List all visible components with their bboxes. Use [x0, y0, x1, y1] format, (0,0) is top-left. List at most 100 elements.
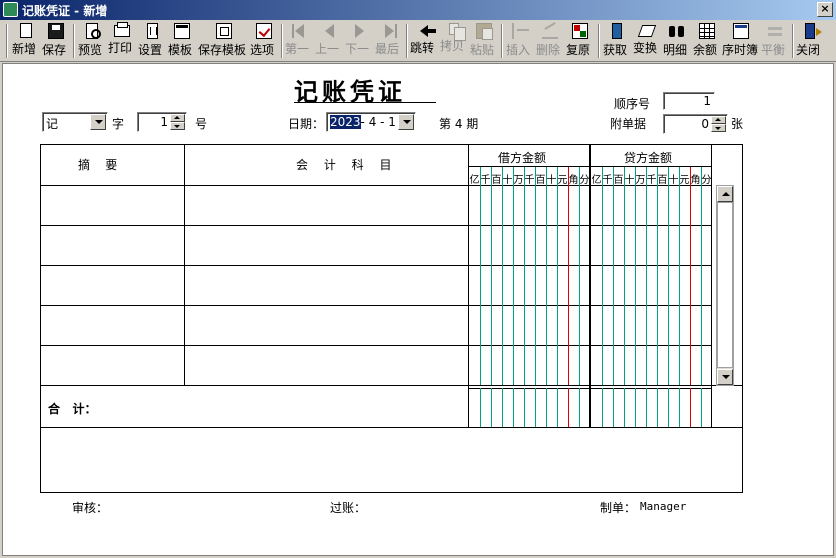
insert-button[interactable]: 插入: [506, 22, 534, 60]
toolbar-separator: [406, 24, 408, 58]
spin-down-icon[interactable]: [170, 122, 185, 130]
options-button[interactable]: 选项: [250, 22, 278, 60]
template-button[interactable]: 模板: [168, 22, 196, 60]
maker-value: Manager: [640, 500, 687, 513]
word-label: 字: [112, 117, 125, 131]
next-button[interactable]: 下一: [345, 22, 373, 60]
amount-grid-line: [646, 167, 647, 385]
scroll-thumb[interactable]: [717, 202, 733, 368]
window-close-button[interactable]: ×: [817, 2, 833, 17]
summary-cell-row-3[interactable]: [41, 266, 184, 305]
summary-cell-row-2[interactable]: [41, 226, 184, 265]
credit-digit-fen: 分: [701, 175, 712, 186]
balance-button[interactable]: 平衡: [761, 22, 789, 60]
amount-grid-line: [502, 388, 503, 427]
jump-button[interactable]: 跳转: [410, 22, 438, 60]
credit-digit-shi2: 十: [668, 175, 679, 186]
save-template-icon: [216, 23, 232, 39]
attachment-count-spinner[interactable]: 0: [663, 114, 728, 134]
chevron-down-icon[interactable]: [90, 114, 106, 130]
credit-digit-bai2: 百: [657, 175, 668, 186]
new-button[interactable]: 新增: [12, 22, 40, 60]
summary-cell-row-4[interactable]: [41, 306, 184, 345]
previous-button[interactable]: 上一: [315, 22, 343, 60]
date-label: 日期：: [288, 117, 325, 131]
delete-row-icon: [542, 23, 558, 39]
date-month-day: - 4 - 1: [360, 115, 396, 129]
close-button-label: 关闭: [796, 43, 821, 57]
amount-grid-line: [568, 388, 569, 427]
template-button-label: 模板: [168, 43, 193, 57]
amount-grid-line: [613, 388, 614, 427]
print-button[interactable]: 打印: [108, 22, 136, 60]
account-cell-row-5[interactable]: [185, 346, 468, 385]
paste-icon: [476, 23, 493, 40]
last-button[interactable]: 最后: [375, 22, 403, 60]
amount-grid-line: [491, 388, 492, 427]
account-cell-row-1[interactable]: [185, 186, 468, 225]
save-template-button[interactable]: 保存模板: [198, 22, 250, 60]
credit-digit-yuan: 元: [679, 175, 690, 186]
row-divider: [41, 385, 743, 386]
journal-button[interactable]: 序时簿: [722, 22, 760, 60]
preview-button[interactable]: 预览: [78, 22, 106, 60]
spin-up-icon[interactable]: [170, 114, 185, 122]
total-bottom-line: [41, 427, 743, 428]
balance-report-button[interactable]: 余额: [693, 22, 721, 60]
save-disk-icon: [48, 23, 64, 39]
review-label: 审核：: [72, 501, 109, 515]
toolbar-separator: [281, 24, 283, 58]
copy-button[interactable]: 拷贝: [440, 22, 468, 60]
balance-grid-icon: [699, 23, 715, 39]
toolbar-separator: [501, 24, 503, 58]
delete-button[interactable]: 删除: [536, 22, 564, 60]
amount-grid-line: [679, 388, 680, 427]
spin-down-icon[interactable]: [711, 124, 726, 132]
spin-up-icon[interactable]: [711, 116, 726, 124]
amount-grid-line: [624, 388, 625, 427]
scroll-down-icon[interactable]: [717, 369, 733, 385]
attachment-label: 附单据: [610, 117, 647, 131]
spinner-buttons[interactable]: [170, 114, 185, 130]
spinner-buttons[interactable]: [711, 116, 726, 132]
restore-button[interactable]: 复原: [566, 22, 594, 60]
seq-number-field[interactable]: 1: [663, 92, 715, 110]
account-cell-row-2[interactable]: [185, 226, 468, 265]
close-button[interactable]: 关闭: [796, 22, 824, 60]
paste-button[interactable]: 粘贴: [470, 22, 498, 60]
credit-digit-shi: 十: [624, 175, 635, 186]
detail-button[interactable]: 明细: [663, 22, 691, 60]
account-cell-row-4[interactable]: [185, 306, 468, 345]
settings-button[interactable]: 设置: [138, 22, 166, 60]
amount-grid-line: [613, 167, 614, 385]
attachment-count-value: 0: [701, 117, 709, 131]
settings-doc-icon: [146, 23, 158, 39]
rows-scrollbar[interactable]: [716, 185, 734, 386]
voucher-word-select[interactable]: 记: [42, 112, 108, 132]
toolbar-separator: [6, 24, 8, 58]
summary-column-header: 摘 要: [78, 158, 118, 172]
seq-label: 顺序号: [614, 97, 651, 111]
date-picker[interactable]: 2023- 4 - 1: [326, 112, 416, 132]
account-cell-row-3[interactable]: [185, 266, 468, 305]
summary-cell-row-5[interactable]: [41, 346, 184, 385]
amount-grid-line: [635, 388, 636, 427]
save-button[interactable]: 保存: [42, 22, 70, 60]
toolbar-separator: [598, 24, 600, 58]
debit-amount-header: 借方金额: [498, 151, 547, 165]
amount-grid-line: [668, 167, 669, 385]
transform-button[interactable]: 变换: [633, 22, 661, 60]
first-button[interactable]: 第一: [285, 22, 313, 60]
journal-button-label: 序时簿: [722, 43, 759, 57]
summary-cell-row-1[interactable]: [41, 186, 184, 225]
debit-digit-qian2: 千: [524, 175, 535, 186]
amount-grid-line: [624, 167, 625, 385]
date-year: 2023: [330, 115, 361, 129]
voucher-number-spinner[interactable]: 1: [137, 112, 187, 132]
insert-button-label: 插入: [506, 43, 531, 57]
amount-grid-line: [513, 167, 514, 385]
scroll-up-icon[interactable]: [717, 186, 733, 202]
toolbar-separator: [792, 24, 794, 58]
fetch-button[interactable]: 获取: [603, 22, 631, 60]
chevron-down-icon[interactable]: [398, 114, 414, 130]
